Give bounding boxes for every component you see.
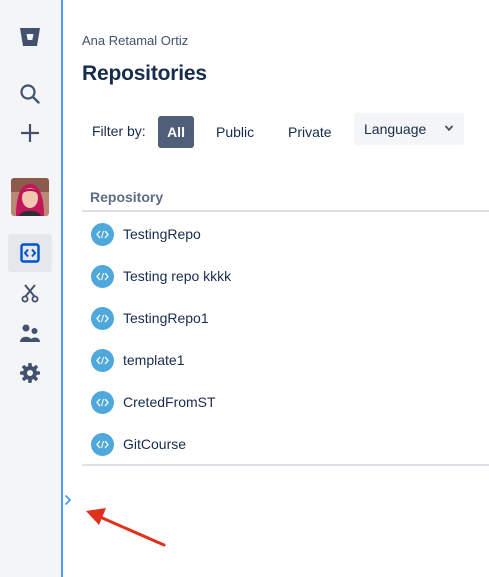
repo-code-icon bbox=[91, 222, 114, 246]
code-icon bbox=[20, 243, 40, 263]
table-header: Repository bbox=[82, 180, 489, 212]
search-button[interactable] bbox=[8, 75, 52, 113]
plus-icon bbox=[21, 124, 39, 142]
annotation-arrow-icon bbox=[86, 508, 166, 547]
search-icon bbox=[20, 84, 40, 104]
user-avatar-image bbox=[11, 178, 49, 216]
chevron-down-icon bbox=[444, 125, 454, 132]
filter-private-button[interactable]: Private bbox=[278, 116, 342, 148]
table-row[interactable]: CretedFromST bbox=[82, 381, 489, 423]
table-row[interactable]: Testing repo kkkk bbox=[82, 255, 489, 297]
people-icon bbox=[20, 324, 40, 342]
filter-label: Filter by: bbox=[92, 123, 146, 139]
breadcrumb[interactable]: Ana Retamal Ortiz bbox=[82, 33, 188, 48]
repo-code-icon bbox=[91, 432, 114, 456]
repo-name-link[interactable]: CretedFromST bbox=[123, 394, 216, 410]
filter-public-button[interactable]: Public bbox=[206, 116, 264, 148]
repo-name-link[interactable]: Testing repo kkkk bbox=[123, 268, 231, 284]
chevron-right-icon bbox=[64, 494, 72, 506]
page-title: Repositories bbox=[82, 62, 207, 85]
repo-code-icon bbox=[91, 264, 114, 288]
sidebar-item-repositories[interactable] bbox=[8, 234, 52, 272]
scissors-icon bbox=[21, 284, 39, 303]
table-row[interactable]: TestingRepo bbox=[82, 213, 489, 255]
language-select[interactable]: Language bbox=[354, 113, 464, 145]
repository-list: TestingRepo Testing repo kkkk TestingRep… bbox=[82, 213, 489, 465]
repo-code-icon bbox=[91, 390, 114, 414]
avatar[interactable] bbox=[11, 178, 49, 216]
expand-sidebar-button[interactable] bbox=[62, 490, 74, 510]
table-row[interactable]: TestingRepo1 bbox=[82, 297, 489, 339]
global-sidebar bbox=[0, 0, 61, 577]
repo-name-link[interactable]: GitCourse bbox=[123, 436, 186, 452]
table-row[interactable]: template1 bbox=[82, 339, 489, 381]
column-header-repository[interactable]: Repository bbox=[90, 189, 163, 205]
repo-code-icon bbox=[91, 348, 114, 372]
table-divider bbox=[82, 464, 489, 466]
filter-all-button[interactable]: All bbox=[158, 116, 194, 148]
repo-name-link[interactable]: template1 bbox=[123, 352, 184, 368]
repo-name-link[interactable]: TestingRepo1 bbox=[123, 310, 209, 326]
bitbucket-logo-icon bbox=[20, 28, 40, 46]
sidebar-item-snippets[interactable] bbox=[8, 274, 52, 312]
table-row[interactable]: GitCourse bbox=[82, 423, 489, 465]
bitbucket-logo-button[interactable] bbox=[8, 18, 52, 56]
repo-name-link[interactable]: TestingRepo bbox=[123, 226, 201, 242]
language-select-value: Language bbox=[364, 121, 427, 137]
create-button[interactable] bbox=[8, 114, 52, 152]
sidebar-item-teams[interactable] bbox=[8, 314, 52, 352]
gear-icon bbox=[20, 363, 40, 383]
sidebar-item-settings[interactable] bbox=[8, 354, 52, 392]
repo-code-icon bbox=[91, 306, 114, 330]
